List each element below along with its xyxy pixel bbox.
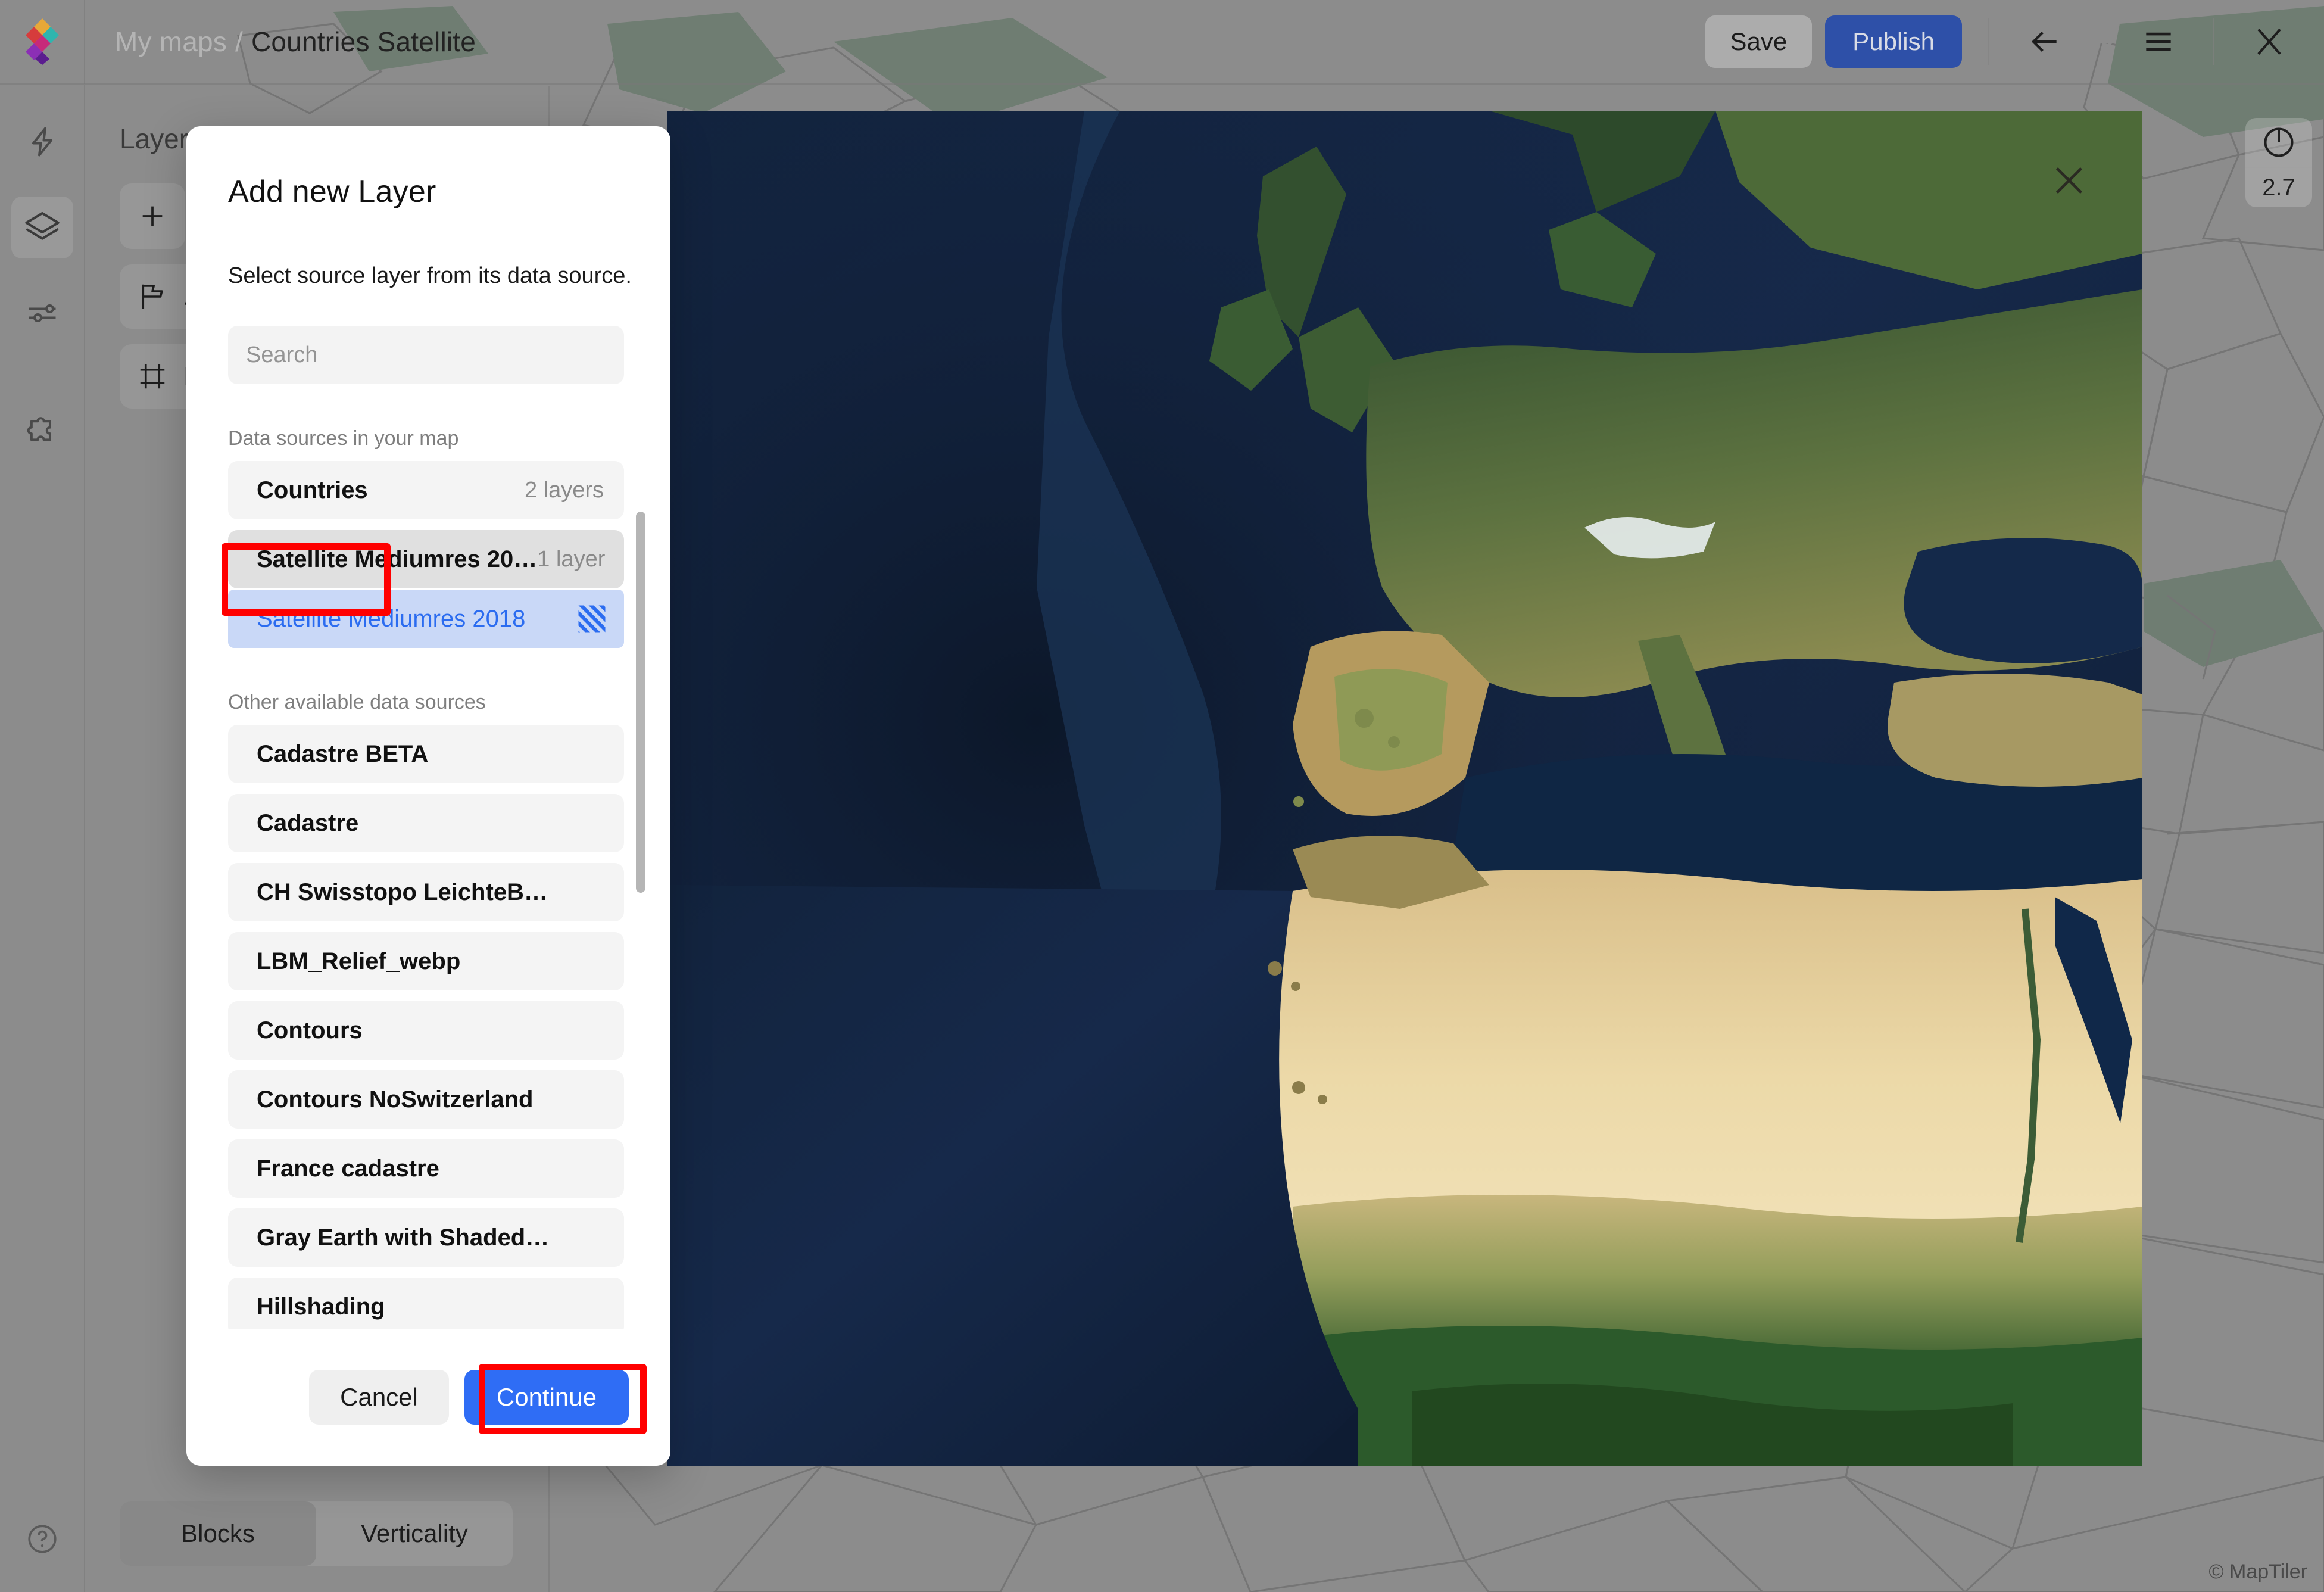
data-source-name: Gray Earth with Shaded… (257, 1225, 549, 1251)
other-source-row[interactable]: CH Swisstopo LeichteB… (228, 863, 624, 921)
data-source-name: CH Swisstopo LeichteB… (257, 879, 548, 906)
other-source-row[interactable]: Hillshading (228, 1278, 624, 1329)
breadcrumb-separator: / (235, 26, 243, 58)
other-source-row[interactable]: LBM_Relief_webp (228, 932, 624, 990)
zoom-level-value: 2.7 (2262, 168, 2295, 207)
toolbar-divider (1988, 18, 1989, 65)
other-source-row[interactable]: Cadastre BETA (228, 725, 624, 783)
hamburger-menu-icon[interactable] (2130, 13, 2187, 70)
breadcrumb-parent[interactable]: My maps (115, 26, 227, 58)
sidebar-item-plugins[interactable] (11, 403, 73, 465)
tab-blocks[interactable]: Blocks (120, 1501, 316, 1566)
frame-icon (136, 360, 169, 392)
breadcrumb-current: Countries Satellite (251, 26, 476, 58)
other-source-row[interactable]: Gray Earth with Shaded… (228, 1208, 624, 1267)
save-button[interactable]: Save (1705, 15, 1813, 68)
data-source-name: France cadastre (257, 1155, 439, 1182)
data-source-count: 2 layers (525, 478, 604, 503)
raster-hatch-icon (578, 605, 606, 633)
data-source-name: Countries (257, 477, 368, 504)
other-source-row[interactable]: France cadastre (228, 1139, 624, 1198)
rail-divider (14, 379, 71, 380)
dialog-body: Data sources in your map Countries 2 lay… (186, 289, 670, 1329)
preview-close-icon[interactable] (2048, 160, 2090, 201)
compass-dial-icon (2261, 118, 2297, 167)
group-label-in-map: Data sources in your map (228, 427, 629, 450)
sublayer-name: Satellite Mediumres 2018 (257, 606, 525, 633)
data-source-name: Hillshading (257, 1294, 385, 1320)
left-rail (0, 85, 85, 1592)
satellite-imagery (667, 111, 2142, 1466)
data-source-name: Satellite Mediumres 20… (257, 546, 537, 573)
maptiler-logo-icon[interactable] (0, 0, 85, 84)
dialog-title: Add new Layer (186, 126, 670, 210)
data-source-name: Contours (257, 1017, 363, 1044)
publish-button[interactable]: Publish (1825, 15, 1962, 68)
sublayer-row-satellite-mediumres-2018[interactable]: Satellite Mediumres 2018 (228, 590, 624, 648)
arrow-left-icon[interactable] (2016, 13, 2073, 70)
sidebar-item-quick-actions[interactable] (11, 111, 73, 173)
sidebar-item-layers[interactable] (11, 197, 73, 258)
toolbar-divider-2 (2213, 18, 2214, 65)
group-label-other: Other available data sources (228, 691, 629, 714)
sidebar-item-settings[interactable] (11, 282, 73, 344)
other-source-row[interactable]: Contours (228, 1001, 624, 1060)
add-new-layer-dialog: Add new Layer Select source layer from i… (186, 126, 670, 1466)
breadcrumb: My maps / Countries Satellite (85, 26, 476, 58)
other-source-row[interactable]: Cadastre (228, 794, 624, 852)
data-source-row-countries[interactable]: Countries 2 layers (228, 461, 624, 519)
flag-icon (136, 281, 169, 313)
arrow-right-icon[interactable] (2073, 13, 2130, 70)
panel-bottom-tabs: Blocks Verticality (120, 1501, 513, 1566)
other-source-row[interactable]: Contours NoSwitzerland (228, 1070, 624, 1129)
data-source-row-satellite-mediumres[interactable]: Satellite Mediumres 20… 1 layer (228, 530, 624, 588)
satellite-layer-preview[interactable] (667, 111, 2142, 1466)
dialog-scrollbar-thumb[interactable] (636, 512, 645, 893)
data-source-name: Contours NoSwitzerland (257, 1086, 533, 1113)
help-button[interactable] (15, 1512, 69, 1566)
top-bar: My maps / Countries Satellite Save Publi… (0, 0, 2324, 85)
map-attribution[interactable]: © MapTiler (2209, 1560, 2307, 1584)
app-root: 2.7 © MapTiler My maps / Countries Satel… (0, 0, 2324, 1592)
tab-verticality[interactable]: Verticality (316, 1501, 513, 1566)
zoom-widget[interactable]: 2.7 (2245, 118, 2312, 207)
top-bar-actions: Save Publish (1705, 0, 2324, 84)
data-source-name: Cadastre (257, 810, 358, 837)
data-source-count: 1 layer (537, 547, 605, 572)
dialog-footer: Cancel Continue (186, 1329, 670, 1466)
dialog-scrollbar[interactable] (636, 512, 645, 1329)
data-source-name: Cadastre BETA (257, 741, 428, 768)
data-source-name: LBM_Relief_webp (257, 948, 460, 975)
search-input[interactable] (246, 342, 606, 368)
close-icon[interactable] (2241, 13, 2298, 70)
cancel-button[interactable]: Cancel (309, 1370, 449, 1425)
continue-button[interactable]: Continue (464, 1370, 629, 1425)
add-layer-button[interactable] (120, 183, 185, 249)
search-field[interactable] (228, 326, 624, 384)
dialog-subtitle: Select source layer from its data source… (186, 210, 670, 289)
